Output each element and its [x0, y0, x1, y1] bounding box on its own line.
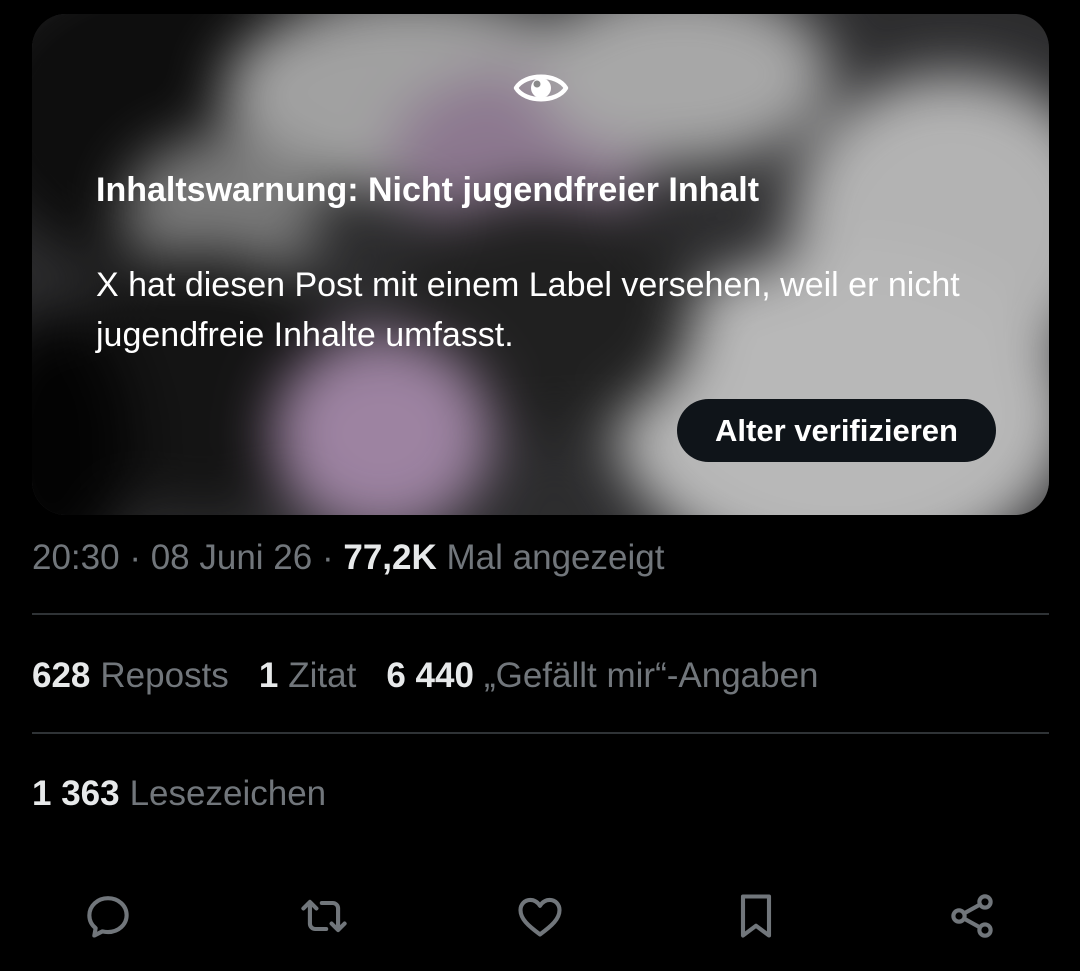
reply-button[interactable] [80, 888, 136, 944]
repost-icon [301, 899, 347, 933]
like-button[interactable] [512, 888, 568, 944]
engagement-stats: 628 Reposts 1 Zitat 6 440 „Gefällt mir“-Angab… [32, 654, 849, 698]
divider [32, 732, 1049, 734]
post-meta: 20:30 · 08 Juni 26 · 77,2K Mal angezeigt [32, 536, 664, 580]
likes-stat[interactable]: 6 440 „Gefällt mir“-Angaben [386, 654, 818, 698]
action-bar [0, 880, 1080, 950]
quotes-stat[interactable]: 1 Zitat [259, 654, 357, 698]
bookmarks-label: Lesezeichen [129, 774, 327, 813]
post-time: 20:30 [32, 538, 120, 577]
share-button[interactable] [944, 888, 1000, 944]
bookmarks-count: 1 363 [32, 774, 120, 813]
verify-age-button[interactable]: Alter verifizieren [677, 399, 996, 462]
divider [32, 613, 1049, 615]
repost-button[interactable] [296, 888, 352, 944]
reposts-label: Reposts [100, 656, 229, 695]
views-label: Mal angezeigt [446, 538, 665, 577]
bookmark-icon [740, 894, 772, 938]
quotes-count: 1 [258, 656, 279, 695]
eye-icon [513, 66, 569, 110]
warning-title: Inhaltswarnung: Nicht jugendfreier Inhal… [96, 171, 760, 209]
media-card[interactable]: Inhaltswarnung: Nicht jugendfreier Inhal… [32, 14, 1049, 515]
views-count: 77,2K [343, 538, 437, 577]
bookmarks-stat: 1 363 Lesezeichen [32, 772, 326, 816]
post-date: 08 Juni 26 [150, 538, 313, 577]
reposts-count: 628 [32, 656, 91, 695]
heart-icon [518, 897, 562, 937]
separator: · [321, 538, 334, 577]
likes-label: „Gefällt mir“-Angaben [483, 656, 819, 695]
share-icon [951, 894, 993, 938]
quotes-label: Zitat [288, 656, 357, 695]
warning-text: X hat diesen Post mit einem Label verseh… [96, 266, 960, 354]
separator: · [129, 538, 141, 577]
reply-icon [87, 896, 129, 938]
reposts-stat[interactable]: 628 Reposts [32, 654, 229, 698]
likes-count: 6 440 [386, 656, 474, 695]
bookmark-button[interactable] [728, 888, 784, 944]
